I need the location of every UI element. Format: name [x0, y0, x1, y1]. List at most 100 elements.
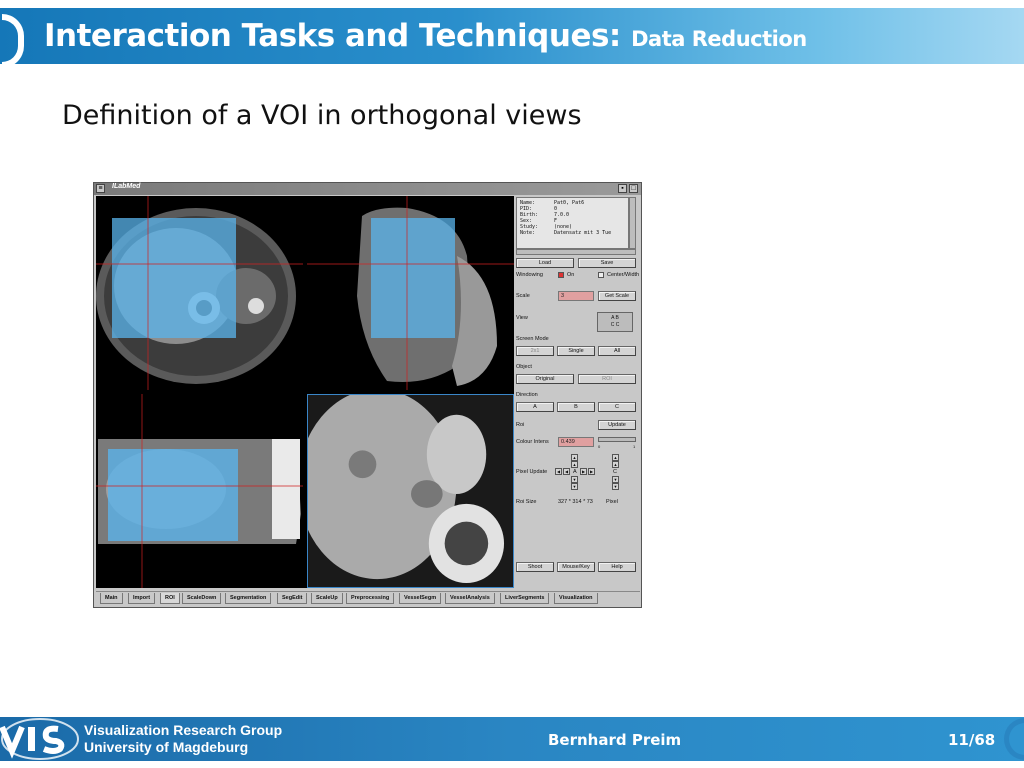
get-scale-button[interactable]: Get Scale — [598, 291, 636, 301]
tab-vesselsegm[interactable]: VesselSegm — [399, 593, 442, 604]
direction-c-button[interactable]: C — [598, 402, 636, 412]
info-horizontal-scrollbar[interactable] — [516, 249, 636, 255]
roi-update-button[interactable]: Update — [598, 420, 636, 430]
center-width-label: Center/Width — [607, 272, 640, 278]
direction-a-button[interactable]: A — [516, 402, 554, 412]
view-layout-selector[interactable]: A B C C — [597, 312, 633, 332]
info-key: Note: — [520, 230, 536, 236]
object-original-button[interactable]: Original — [516, 374, 574, 384]
tab-scaledown[interactable]: ScaleDown — [182, 593, 222, 604]
roi-label: Roi — [516, 422, 525, 428]
org-line-1: Visualization Research Group — [84, 722, 283, 738]
pixel-center-c-label: C — [613, 469, 617, 475]
zoomed-ct-image — [308, 395, 513, 587]
coronal-view[interactable] — [96, 394, 303, 588]
tab-preprocessing[interactable]: Preprocessing — [346, 593, 395, 604]
view-grid-row: C C — [610, 322, 620, 328]
minimize-icon[interactable]: ▪ — [618, 184, 627, 193]
window-menu-icon[interactable]: ≡ — [96, 184, 105, 193]
mouse-key-button[interactable]: Mouse/Key — [557, 562, 595, 572]
tab-segedit[interactable]: SegEdit — [277, 593, 308, 604]
pixel-down-down-icon[interactable]: ▼ — [571, 483, 578, 490]
info-vertical-scrollbar[interactable] — [629, 197, 636, 249]
pixel-down-icon[interactable]: ▼ — [571, 476, 578, 483]
roi-size-unit: Pixel — [606, 499, 618, 505]
axial-view[interactable] — [96, 196, 303, 390]
tab-main[interactable]: Main — [100, 593, 123, 604]
slide: Interaction Tasks and Techniques: Data R… — [0, 0, 1024, 768]
save-button[interactable]: Save — [578, 258, 636, 268]
screen-mode-2x1-button[interactable]: 2x1 — [516, 346, 554, 356]
pixel-center-a-label: A — [573, 469, 577, 475]
colour-intens-input[interactable]: 0.439 — [558, 437, 594, 447]
load-button[interactable]: Load — [516, 258, 574, 268]
scale-input[interactable]: 3 — [558, 291, 594, 301]
colour-intens-label: Colour Intens — [516, 439, 549, 445]
vis-logo-icon — [0, 718, 79, 760]
slide-heading: Definition of a VOI in orthogonal views — [62, 100, 582, 131]
tab-roi[interactable]: ROI — [160, 593, 180, 604]
header-bar: Interaction Tasks and Techniques: Data R… — [0, 8, 1024, 68]
pixel-update-label: Pixel Update — [516, 469, 548, 475]
pixel-c-up-up-icon[interactable]: ▲ — [612, 454, 619, 461]
control-panel: Name: Pat0, Pat6 PID: 0 Birth: 7.0.0 Sex: F … — [514, 196, 640, 588]
window-title: ILabMed — [112, 183, 141, 190]
tab-liversegments[interactable]: LiverSegments — [500, 593, 550, 604]
object-label: Object — [516, 364, 532, 370]
screen-mode-single-button[interactable]: Single — [557, 346, 595, 356]
info-row: Note: Datensatz mit 3 Tue — [520, 230, 625, 236]
pixel-up-icon[interactable]: ▲ — [571, 461, 578, 468]
help-button[interactable]: Help — [598, 562, 636, 572]
orthogonal-views — [96, 196, 514, 588]
module-tab-bar: Main Import ROI ScaleDown Segmentation S… — [96, 591, 640, 605]
view-label: View — [516, 315, 528, 321]
sagittal-view[interactable] — [307, 196, 514, 390]
windowing-checkbox[interactable] — [558, 272, 564, 278]
pixel-right-icon[interactable]: ▶ — [580, 468, 587, 475]
roi-size-label: Roi Size — [516, 499, 537, 505]
page-number: 11/68 — [948, 731, 996, 749]
slider-min-label: 0 — [598, 444, 601, 449]
tab-visualization[interactable]: Visualization — [554, 593, 598, 604]
header-bracket-decoration — [2, 14, 24, 68]
scale-label: Scale — [516, 293, 530, 299]
pixel-c-up-icon[interactable]: ▲ — [612, 461, 619, 468]
tab-vesselanalysis[interactable]: VesselAnalysis — [445, 593, 495, 604]
title-subtitle: Data Reduction — [631, 27, 807, 51]
author-name: Bernhard Preim — [548, 731, 682, 749]
zoom-view[interactable] — [307, 394, 514, 588]
info-value: Pat0, Pat6 — [554, 200, 585, 206]
direction-label: Direction — [516, 392, 538, 398]
coronal-ct-image — [96, 394, 303, 588]
windowing-label: Windowing — [516, 272, 543, 278]
footer-bar: Visualization Research Group University … — [0, 717, 1024, 761]
pixel-c-down-down-icon[interactable]: ▼ — [612, 483, 619, 490]
direction-b-button[interactable]: B — [557, 402, 595, 412]
pixel-left-left-icon[interactable]: ◀ — [555, 468, 562, 475]
object-roi-button[interactable]: ROI — [578, 374, 636, 384]
colour-intens-slider[interactable] — [598, 437, 636, 442]
windowing-on-label: On — [567, 272, 575, 278]
view-grid-row: A B — [611, 315, 619, 321]
center-width-checkbox[interactable] — [598, 272, 604, 278]
screen-mode-label: Screen Mode — [516, 336, 549, 342]
app-window: ILabMed ≡ ▪ □ Name: Pat0, Pat6 PID: 0 Bi… — [93, 182, 642, 608]
pixel-c-down-icon[interactable]: ▼ — [612, 476, 619, 483]
slider-max-label: 1 — [633, 444, 636, 449]
maximize-icon[interactable]: □ — [629, 184, 638, 193]
info-value: Datensatz mit 3 Tue — [554, 230, 612, 236]
title-main: Interaction Tasks and Techniques: — [44, 18, 621, 54]
pixel-up-up-icon[interactable]: ▲ — [571, 454, 578, 461]
tab-segmentation[interactable]: Segmentation — [225, 593, 272, 604]
screen-mode-all-button[interactable]: All — [598, 346, 636, 356]
tab-import[interactable]: Import — [128, 593, 156, 604]
pixel-left-icon[interactable]: ◀ — [563, 468, 570, 475]
axial-ct-image — [96, 196, 303, 390]
pixel-right-right-icon[interactable]: ▶ — [588, 468, 595, 475]
shoot-button[interactable]: Shoot — [516, 562, 554, 572]
slide-title: Interaction Tasks and Techniques: Data R… — [44, 18, 807, 54]
window-titlebar: ILabMed ≡ ▪ □ — [94, 183, 641, 195]
organization-name: Visualization Research Group University … — [84, 722, 282, 756]
roi-size-value: 327 * 314 * 73 — [558, 499, 593, 505]
tab-scaleup[interactable]: ScaleUp — [311, 593, 343, 604]
